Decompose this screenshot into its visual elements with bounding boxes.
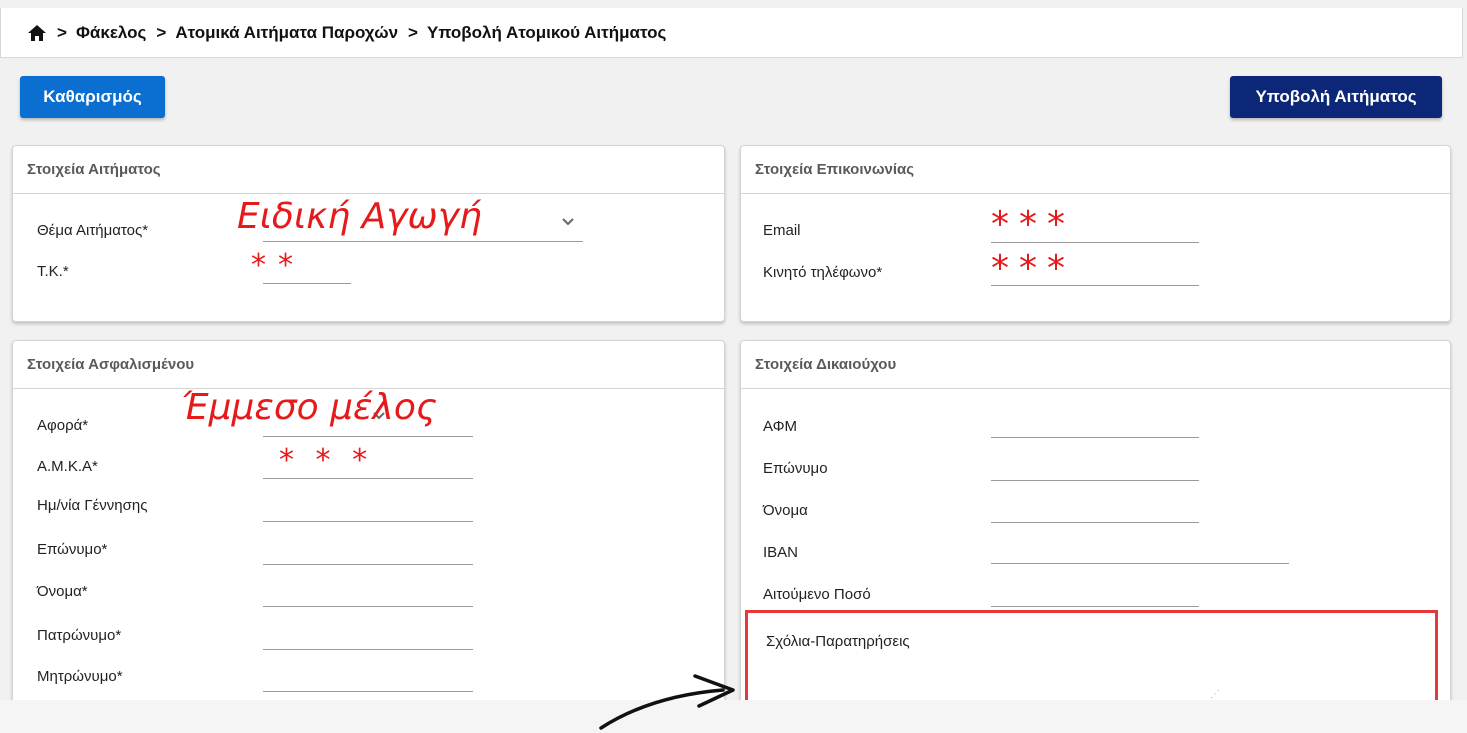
birthdate-field[interactable] xyxy=(263,521,473,522)
panel-title: Στοιχεία Επικοινωνίας xyxy=(741,146,1450,194)
resize-grip-icon[interactable]: ⋰ xyxy=(1210,689,1220,700)
breadcrumb-separator: > xyxy=(57,22,67,42)
clear-button[interactable]: Καθαρισμός xyxy=(20,76,165,118)
mother-name-field[interactable] xyxy=(263,691,473,692)
annotation-arrow-icon xyxy=(599,674,735,730)
mother-name-label: Μητρώνυμο* xyxy=(37,668,123,685)
surname-label: Επώνυμο* xyxy=(37,541,108,558)
beneficiary-surname-label: Επώνυμο xyxy=(763,460,828,477)
name-label: Όνομα* xyxy=(37,583,88,600)
breadcrumb-separator: > xyxy=(156,22,167,42)
panel-title: Στοιχεία Δικαιούχου xyxy=(741,341,1450,389)
zip-value: ** xyxy=(251,248,305,283)
beneficiary-name-field[interactable] xyxy=(991,522,1199,523)
amount-field[interactable] xyxy=(991,606,1199,607)
panel-title: Στοιχεία Αιτήματος xyxy=(13,146,724,194)
panel-title: Στοιχεία Ασφαλισμένου xyxy=(13,341,724,389)
breadcrumb-item-submit-request: Υποβολή Ατομικού Αιτήματος xyxy=(426,22,667,42)
zip-field[interactable] xyxy=(263,283,351,284)
father-name-field[interactable] xyxy=(263,649,473,650)
amka-field[interactable] xyxy=(263,478,473,479)
surname-field[interactable] xyxy=(263,564,473,565)
subject-label: Θέμα Αιτήματος* xyxy=(37,222,149,239)
home-icon[interactable] xyxy=(27,24,47,42)
amount-label: Αιτούμενο Ποσό xyxy=(763,586,871,603)
concerns-label: Αφορά* xyxy=(37,417,89,434)
breadcrumb-separator: > xyxy=(408,22,418,42)
submit-request-button[interactable]: Υποβολή Αιτήματος xyxy=(1230,76,1442,118)
comments-label: Σχόλια-Παρατηρήσεις xyxy=(766,633,910,650)
concerns-value: Έμμεσο μέλος xyxy=(181,387,437,428)
chevron-down-icon[interactable] xyxy=(561,217,575,227)
breadcrumb-item-folder[interactable]: Φάκελος xyxy=(76,23,146,43)
subject-select[interactable] xyxy=(263,241,583,242)
mobile-label: Κινητό τηλέφωνο* xyxy=(763,264,883,281)
amka-value: * * * xyxy=(279,443,374,478)
concerns-select[interactable] xyxy=(263,436,473,437)
beneficiary-name-label: Όνομα xyxy=(763,502,808,519)
zip-label: Τ.Κ.* xyxy=(37,263,69,280)
contact-details-panel: Στοιχεία Επικοινωνίας Email *** Κινητό τ… xyxy=(740,145,1451,322)
name-field[interactable] xyxy=(263,606,473,607)
birthdate-label: Ημ/νία Γέννησης xyxy=(37,497,148,514)
request-details-panel: Στοιχεία Αιτήματος Θέμα Αιτήματος* Ειδικ… xyxy=(12,145,725,322)
email-label: Email xyxy=(763,222,801,239)
father-name-label: Πατρώνυμο* xyxy=(37,627,122,644)
afm-field[interactable] xyxy=(991,437,1199,438)
breadcrumb-item-requests[interactable]: Ατομικά Αιτήματα Παροχών xyxy=(175,23,398,43)
beneficiary-surname-field[interactable] xyxy=(991,480,1199,481)
subject-value: Ειδική Αγωγή xyxy=(237,196,482,237)
breadcrumb: > Φάκελος > Ατομικά Αιτήματα Παροχών > Υ… xyxy=(0,8,1463,58)
iban-label: IBAN xyxy=(763,544,799,561)
mobile-value: *** xyxy=(991,248,1075,289)
afm-label: ΑΦΜ xyxy=(763,418,798,435)
amka-label: Α.Μ.Κ.Α* xyxy=(37,458,98,475)
email-value: *** xyxy=(991,204,1075,245)
iban-field[interactable] xyxy=(991,563,1289,564)
